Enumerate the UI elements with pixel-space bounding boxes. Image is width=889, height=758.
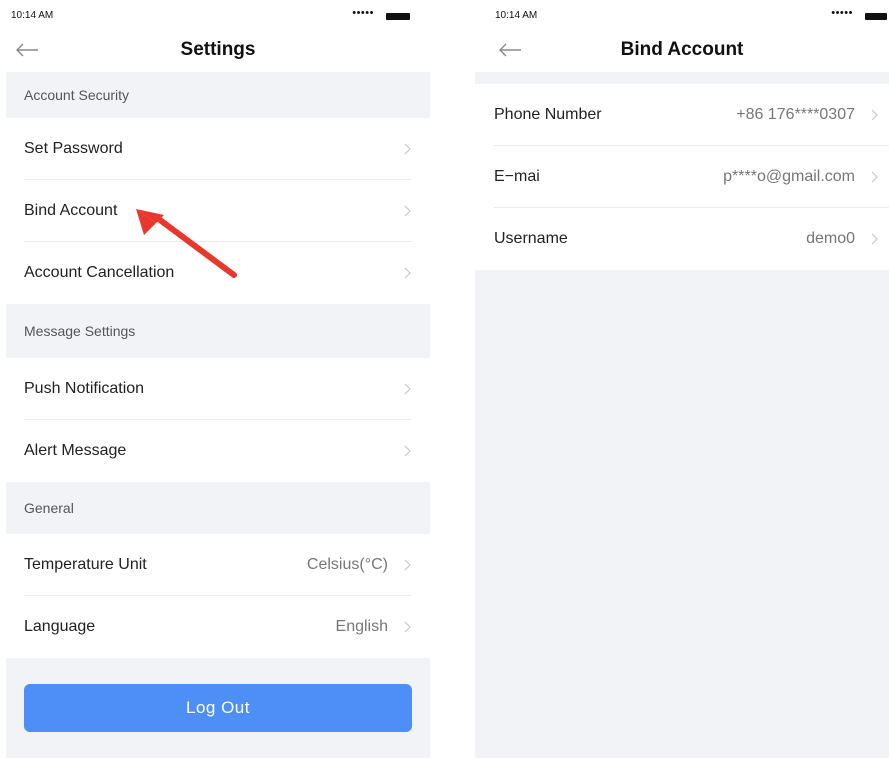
signal-icon: •••••: [831, 7, 853, 19]
language-row[interactable]: Language English: [6, 596, 430, 658]
bind-account-row[interactable]: Bind Account: [6, 180, 430, 242]
page-title: Bind Account: [620, 39, 744, 60]
row-label: Set Password: [24, 140, 123, 157]
signal-icon: •••••: [352, 7, 374, 19]
row-value: Celsius(°C): [306, 556, 388, 573]
chevron-right-icon: [402, 265, 412, 281]
logout-area: Log Out: [6, 658, 430, 758]
chevron-right-icon: [402, 619, 412, 635]
row-value: English: [335, 618, 388, 635]
log-out-button[interactable]: Log Out: [24, 684, 412, 732]
row-value: +86 176****0307: [736, 106, 855, 123]
row-label: E−mai: [494, 168, 540, 185]
status-time: 10:14 AM: [11, 10, 54, 21]
page-title: Settings: [180, 39, 256, 60]
settings-screen: 10:14 AM ••••• Settings Account Security…: [6, 0, 430, 758]
chevron-right-icon: [402, 381, 412, 397]
divider: [475, 72, 889, 84]
chevron-right-icon: [402, 443, 412, 459]
row-label: Temperature Unit: [24, 556, 147, 573]
bind-account-screen: 10:14 AM ••••• Bind Account Phone Number…: [475, 0, 889, 758]
status-time: 10:14 AM: [495, 10, 538, 21]
section-header-general: General: [6, 482, 430, 534]
status-bar: 10:14 AM •••••: [475, 0, 889, 34]
battery-icon: [865, 13, 887, 20]
chevron-right-icon: [869, 231, 879, 247]
nav-bar: Settings: [6, 34, 430, 72]
alert-message-row[interactable]: Alert Message: [6, 420, 430, 482]
status-bar: 10:14 AM •••••: [6, 0, 430, 34]
row-label: Push Notification: [24, 380, 145, 397]
row-value: demo0: [806, 230, 855, 247]
battery-icon: [386, 13, 410, 20]
email-row[interactable]: E−mai p****o@gmail.com: [475, 146, 889, 208]
chevron-right-icon: [402, 141, 412, 157]
chevron-right-icon: [402, 203, 412, 219]
phone-number-row[interactable]: Phone Number +86 176****0307: [475, 84, 889, 146]
section-header-account-security: Account Security: [6, 72, 430, 118]
row-label: Account Cancellation: [24, 264, 175, 281]
username-row[interactable]: Username demo0: [475, 208, 889, 270]
chevron-right-icon: [402, 557, 412, 573]
row-label: Phone Number: [494, 106, 602, 123]
row-label: Bind Account: [24, 202, 118, 219]
row-label: Language: [24, 618, 96, 635]
row-label: Alert Message: [24, 442, 127, 459]
push-notification-row[interactable]: Push Notification: [6, 358, 430, 420]
chevron-right-icon: [869, 107, 879, 123]
section-header-message-settings: Message Settings: [6, 304, 430, 358]
set-password-row[interactable]: Set Password: [6, 118, 430, 180]
chevron-right-icon: [869, 169, 879, 185]
account-cancellation-row[interactable]: Account Cancellation: [6, 242, 430, 304]
temperature-unit-row[interactable]: Temperature Unit Celsius(°C): [6, 534, 430, 596]
nav-bar: Bind Account: [475, 34, 889, 72]
row-value: p****o@gmail.com: [723, 168, 855, 185]
row-label: Username: [494, 230, 568, 247]
